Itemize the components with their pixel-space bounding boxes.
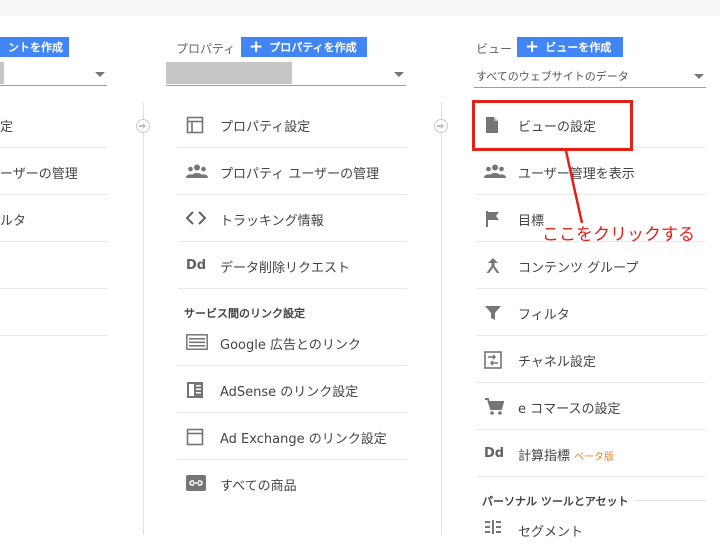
property-link-label: Ad Exchange のリンク設定 bbox=[220, 432, 387, 447]
plus-icon: + bbox=[249, 36, 264, 57]
property-item-label: プロパティ ユーザーの管理 bbox=[220, 167, 380, 182]
account-item-blank-1 bbox=[0, 243, 108, 289]
chevron-down-icon bbox=[394, 72, 404, 77]
view-item-calculated-metrics[interactable]: Dd 計算指標 ベータ版 bbox=[476, 431, 706, 477]
property-link-ad-exchange[interactable]: Ad Exchange のリンク設定 bbox=[178, 414, 407, 460]
view-item-ecommerce[interactable]: e コマースの設定 bbox=[476, 384, 706, 430]
people-icon bbox=[484, 163, 506, 181]
view-column-title: ビュー bbox=[476, 42, 513, 56]
property-item-label: トラッキング情報 bbox=[220, 214, 324, 229]
view-item-content-grouping[interactable]: コンテンツ グループ bbox=[476, 243, 706, 289]
property-value-redacted bbox=[166, 62, 292, 84]
property-item-data-deletion[interactable]: Dd データ削除リクエスト bbox=[178, 243, 407, 289]
create-property-label: プロパティを作成 bbox=[269, 41, 357, 54]
account-item-settings[interactable]: 定 bbox=[0, 102, 108, 148]
view-item-label: フィルタ bbox=[518, 308, 570, 323]
property-item-label: プロパティ設定 bbox=[220, 120, 311, 135]
view-item-channel-settings[interactable]: チャネル設定 bbox=[476, 337, 706, 383]
property-column-title: プロパティ bbox=[176, 42, 236, 56]
view-selector-value: すべてのウェブサイトのデータ bbox=[476, 70, 629, 83]
view-item-label-wrap: 計算指標 ベータ版 bbox=[518, 445, 614, 464]
top-bar bbox=[0, 0, 720, 16]
section-heading-rule bbox=[636, 500, 706, 501]
property-link-label: すべての商品 bbox=[220, 479, 297, 494]
code-icon bbox=[186, 210, 208, 228]
view-item-label: 目標 bbox=[518, 214, 545, 229]
account-item-blank-2 bbox=[0, 290, 108, 336]
column-divider bbox=[143, 102, 144, 535]
property-link-label: AdSense のリンク設定 bbox=[220, 385, 359, 400]
view-item-label: コンテンツ グループ bbox=[518, 261, 639, 276]
property-link-label: Google 広告とのリンク bbox=[220, 338, 361, 353]
create-view-label: ビューを作成 bbox=[545, 41, 612, 54]
account-selector[interactable] bbox=[0, 62, 107, 86]
adexchange-icon bbox=[186, 428, 208, 446]
create-property-button[interactable]: + プロパティを作成 bbox=[241, 37, 367, 57]
filter-icon bbox=[484, 304, 506, 322]
view-item-filters[interactable]: フィルタ bbox=[476, 290, 706, 336]
create-account-label: ントを作成 bbox=[8, 41, 63, 54]
account-item-label: ルタ bbox=[0, 214, 27, 229]
arrow-right-icon bbox=[434, 119, 448, 133]
beta-badge: ベータ版 bbox=[574, 452, 615, 463]
annotation-line bbox=[564, 150, 584, 224]
property-link-adsense[interactable]: AdSense のリンク設定 bbox=[178, 367, 407, 413]
view-item-label: 計算指標 bbox=[518, 449, 571, 464]
view-item-label: e コマースの設定 bbox=[518, 402, 621, 417]
link-icon bbox=[186, 475, 208, 493]
arrow-right-icon bbox=[136, 119, 150, 133]
chevron-down-icon bbox=[694, 74, 704, 79]
view-item-label: セグメント bbox=[518, 525, 584, 540]
account-item-label: ーザーの管理 bbox=[0, 167, 78, 182]
property-section-heading: サービス間のリンク設定 bbox=[184, 307, 305, 320]
account-item-label: 定 bbox=[0, 120, 14, 135]
property-item-tracking[interactable]: トラッキング情報 bbox=[178, 196, 407, 242]
plus-icon: + bbox=[525, 36, 540, 57]
cart-icon bbox=[484, 398, 506, 416]
account-item-filters[interactable]: ルタ bbox=[0, 196, 108, 242]
account-value-redacted bbox=[0, 62, 4, 84]
view-selector[interactable]: すべてのウェブサイトのデータ bbox=[474, 64, 706, 88]
dd-icon: Dd bbox=[186, 258, 207, 273]
annotation-text: ここをクリックする bbox=[542, 225, 695, 245]
property-item-settings[interactable]: プロパティ設定 bbox=[178, 102, 407, 148]
highlight-box bbox=[472, 100, 633, 151]
column-divider bbox=[441, 102, 442, 535]
account-item-users[interactable]: ーザーの管理 bbox=[0, 149, 108, 195]
adsense-icon bbox=[186, 381, 208, 399]
ads-icon bbox=[186, 334, 208, 352]
view-item-segments[interactable]: セグメント bbox=[476, 507, 706, 553]
view-item-users[interactable]: ユーザー管理を表示 bbox=[476, 149, 706, 195]
property-item-users[interactable]: プロパティ ユーザーの管理 bbox=[178, 149, 407, 195]
create-view-button[interactable]: + ビューを作成 bbox=[517, 37, 623, 57]
dd-icon: Dd bbox=[484, 446, 505, 461]
people-icon bbox=[186, 163, 208, 181]
flag-icon bbox=[484, 210, 506, 228]
property-item-label: データ削除リクエスト bbox=[220, 261, 351, 276]
segment-icon bbox=[484, 520, 506, 538]
property-link-google-ads[interactable]: Google 広告とのリンク bbox=[178, 320, 407, 366]
channel-icon bbox=[484, 351, 506, 369]
property-link-all-products[interactable]: すべての商品 bbox=[178, 461, 407, 507]
create-account-button[interactable]: ントを作成 bbox=[0, 37, 69, 57]
content-group-icon bbox=[484, 257, 506, 275]
property-selector[interactable] bbox=[166, 62, 406, 86]
layout-icon bbox=[186, 116, 208, 134]
view-item-label: チャネル設定 bbox=[518, 355, 596, 370]
chevron-down-icon bbox=[95, 72, 105, 77]
